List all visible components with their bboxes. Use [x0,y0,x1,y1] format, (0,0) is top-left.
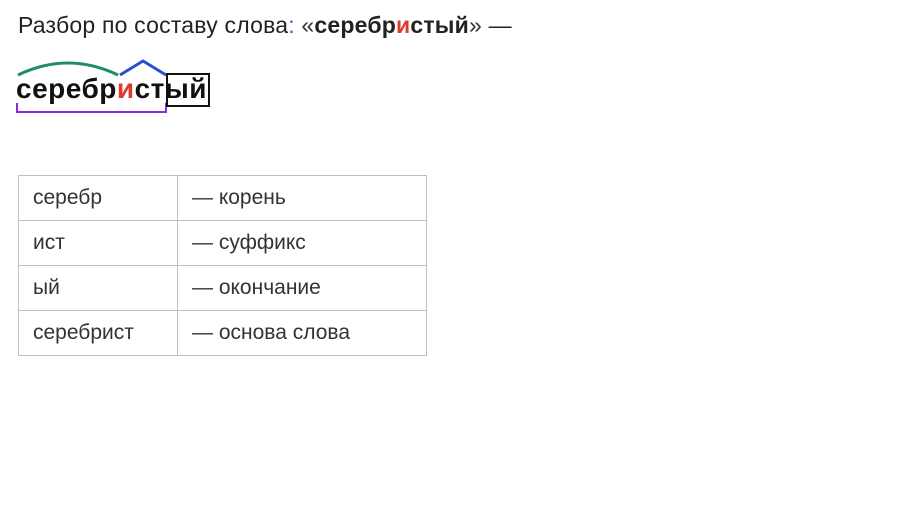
heading-word-stress: и [396,12,410,38]
label-cell: — основа слова [178,311,427,356]
label-cell: — корень [178,176,427,221]
morph-cell: серебр [19,176,178,221]
diagram-suffix-stress: и [117,73,135,104]
table-row: ист — суффикс [19,221,427,266]
heading: Разбор по составу слова: «серебристый» — [18,12,884,39]
table-row: серебрист — основа слова [19,311,427,356]
close-quote: » [469,12,482,38]
diagram-root: серебр [16,73,117,104]
table-row: серебр — корень [19,176,427,221]
diagram-word: серебристый [16,73,207,105]
morph-cell: ист [19,221,178,266]
page: Разбор по составу слова: «серебристый» —… [0,0,902,368]
label-cell: — окончание [178,266,427,311]
morph-cell: серебрист [19,311,178,356]
heading-prefix: Разбор по составу слова [18,12,288,38]
heading-word-pre: серебр [314,12,396,38]
morpheme-table: серебр — корень ист — суффикс ый — оконч… [18,175,427,356]
heading-word-post: стый [410,12,469,38]
morph-cell: ый [19,266,178,311]
diagram-suffix-rest: ст [135,73,165,104]
open-quote: « [301,12,314,38]
morpheme-diagram: серебристый [16,59,884,115]
label-cell: — суффикс [178,221,427,266]
heading-colon: : [288,12,295,38]
heading-dash: — [482,12,512,38]
diagram-ending: ый [165,73,207,104]
table-row: ый — окончание [19,266,427,311]
